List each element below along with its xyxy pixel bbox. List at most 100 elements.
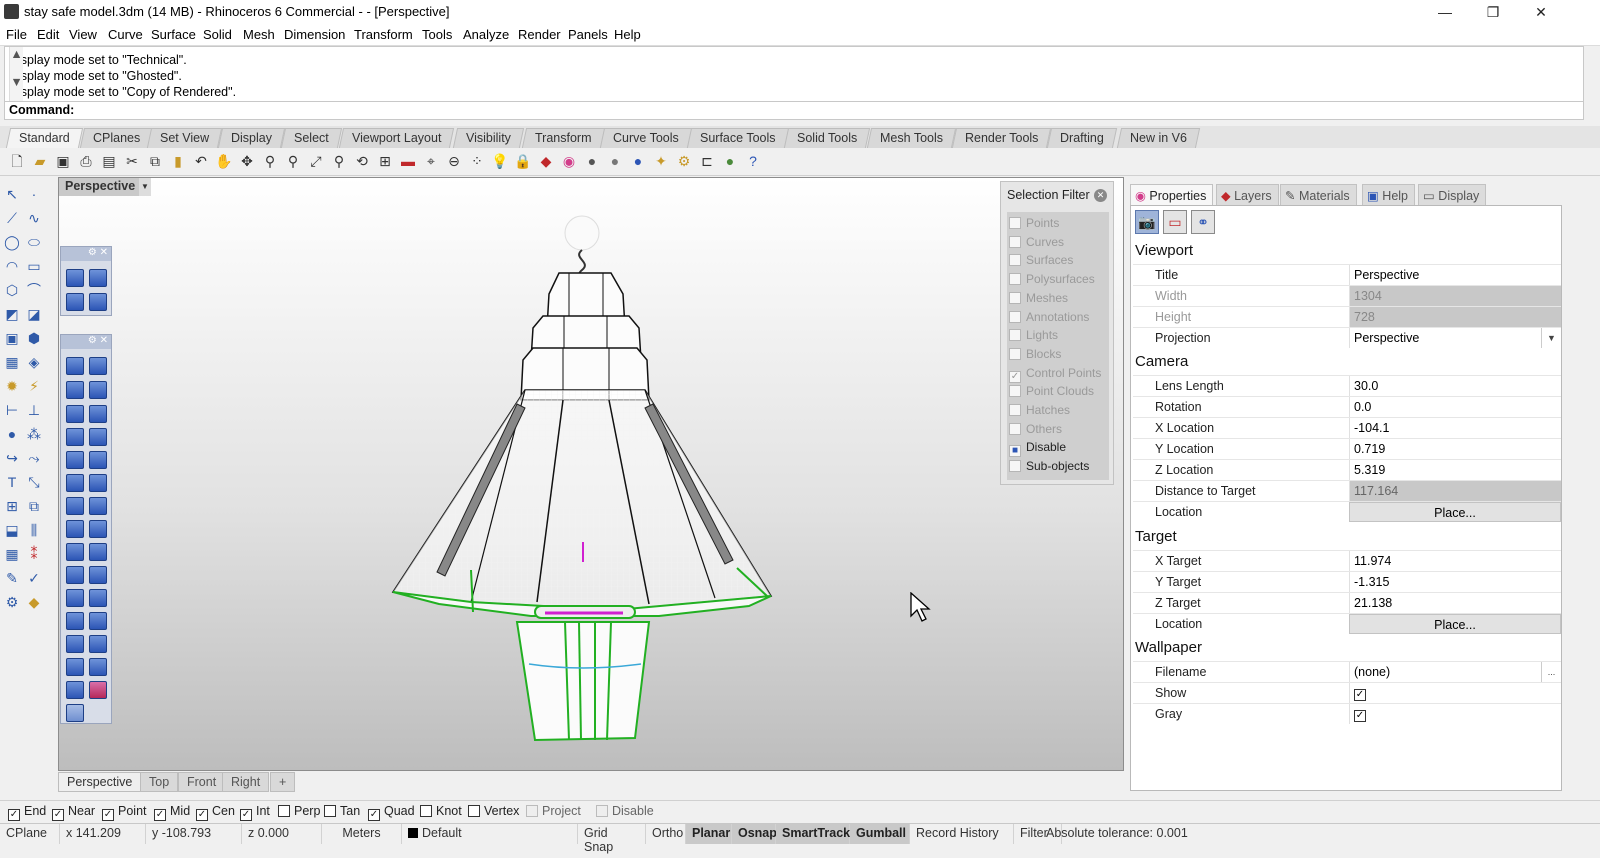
tab-visibility[interactable]: Visibility bbox=[452, 128, 525, 148]
light-icon[interactable]: ✹ bbox=[2, 376, 22, 396]
lock-icon[interactable]: 🔒 bbox=[514, 152, 532, 170]
add-viewport-button[interactable]: + bbox=[270, 772, 296, 792]
check-icon[interactable]: ✓ bbox=[24, 568, 44, 588]
edit-tools-icon[interactable]: ✎ bbox=[2, 568, 22, 588]
ortho-toggle[interactable]: Ortho bbox=[646, 824, 686, 844]
close-button[interactable]: ✕ bbox=[1518, 0, 1564, 24]
solid-edit-icon[interactable] bbox=[66, 658, 84, 676]
filter-curves[interactable]: Curves bbox=[1009, 235, 1064, 249]
y-target-field[interactable]: -1.315 bbox=[1349, 572, 1561, 592]
curve-tools-icon[interactable]: ↪ bbox=[2, 448, 22, 468]
object-properties-icon[interactable]: ⚭ bbox=[1191, 210, 1215, 234]
osnap-mid[interactable]: ✓ Mid bbox=[154, 804, 190, 821]
tab-surface-tools[interactable]: Surface Tools bbox=[686, 128, 789, 148]
osnap-tan[interactable]: Tan bbox=[324, 804, 360, 818]
tab-layers[interactable]: ◆ Layers bbox=[1216, 184, 1279, 206]
dimension-tool-icon[interactable]: ⊢ bbox=[2, 400, 22, 420]
vtab-front[interactable]: Front bbox=[178, 772, 226, 792]
scale-icon[interactable]: ⤡ bbox=[24, 472, 44, 492]
cut-icon[interactable]: ✂ bbox=[123, 152, 141, 170]
filter-point-clouds[interactable]: Point Clouds bbox=[1009, 384, 1094, 398]
solid-edit-icon[interactable] bbox=[89, 520, 107, 538]
sphere-tool-icon[interactable]: ● bbox=[2, 424, 22, 444]
tab-properties[interactable]: ◉ Properties bbox=[1130, 184, 1214, 206]
grid-array-icon[interactable]: ▦ bbox=[2, 544, 22, 564]
help-icon[interactable]: ? bbox=[744, 152, 762, 170]
zoom-extents-icon[interactable]: ⤢ bbox=[307, 152, 325, 170]
z-target-field[interactable]: 21.138 bbox=[1349, 593, 1561, 613]
solid-edit-icon[interactable] bbox=[89, 589, 107, 607]
filter-checkbox[interactable]: ■ bbox=[1009, 445, 1021, 458]
box-solid-icon[interactable] bbox=[89, 293, 107, 311]
osnap-point[interactable]: ✓ Point bbox=[102, 804, 147, 821]
solid-tools-icon[interactable]: ⬢ bbox=[24, 328, 44, 348]
render-tools-icon[interactable]: ⚡ bbox=[24, 376, 44, 396]
curve-icon[interactable]: ∿ bbox=[24, 208, 44, 228]
properties-tool-icon[interactable]: ⚙ bbox=[2, 592, 22, 612]
box-solid-icon[interactable] bbox=[66, 269, 84, 287]
osnap-int[interactable]: ✓ Int bbox=[240, 804, 270, 821]
osnap-perp[interactable]: Perp bbox=[278, 804, 320, 818]
tab-standard[interactable]: Standard bbox=[5, 128, 83, 148]
filter-checkbox[interactable] bbox=[1009, 291, 1021, 304]
filter-sub-objects[interactable]: Sub-objects bbox=[1009, 459, 1089, 473]
record-history-toggle[interactable]: Record History bbox=[910, 824, 1014, 844]
array-icon[interactable]: ⊞ bbox=[2, 496, 22, 516]
solid-edit-icon[interactable] bbox=[66, 635, 84, 653]
filter-points[interactable]: Points bbox=[1009, 216, 1059, 230]
menu-curve[interactable]: Curve bbox=[108, 27, 143, 42]
solid-edit-icon[interactable] bbox=[66, 681, 84, 699]
tab-select[interactable]: Select bbox=[280, 128, 342, 148]
export-icon[interactable]: ▤ bbox=[100, 152, 118, 170]
solid-edit-icon[interactable] bbox=[66, 497, 84, 515]
cplane-status[interactable]: CPlane bbox=[0, 824, 60, 844]
grid-snap-toggle[interactable]: Grid Snap bbox=[578, 824, 646, 854]
tab-mesh-tools[interactable]: Mesh Tools bbox=[866, 128, 957, 148]
rendered-sphere-icon[interactable]: ● bbox=[606, 152, 624, 170]
osnap-checkbox[interactable]: ✓ bbox=[52, 809, 64, 821]
rectangle-icon[interactable]: ▭ bbox=[24, 256, 44, 276]
tab-curve-tools[interactable]: Curve Tools bbox=[599, 128, 692, 148]
arc-icon[interactable]: ◠ bbox=[2, 256, 22, 276]
browse-button[interactable]: ... bbox=[1541, 662, 1561, 682]
menu-solid[interactable]: Solid bbox=[203, 27, 232, 42]
menu-surface[interactable]: Surface bbox=[151, 27, 196, 42]
vtab-top[interactable]: Top bbox=[140, 772, 179, 792]
filter-annotations[interactable]: Annotations bbox=[1009, 310, 1089, 324]
z-location-field[interactable]: 5.319 bbox=[1349, 460, 1561, 480]
menu-analyze[interactable]: Analyze bbox=[463, 27, 509, 42]
mirror-icon[interactable]: ⧉ bbox=[24, 496, 44, 516]
menu-edit[interactable]: Edit bbox=[37, 27, 59, 42]
filter-checkbox[interactable] bbox=[1009, 273, 1021, 286]
globe-icon[interactable]: ● bbox=[721, 152, 739, 170]
filter-checkbox[interactable] bbox=[1009, 460, 1021, 473]
osnap-checkbox[interactable]: ✓ bbox=[240, 809, 252, 821]
solid-edit-icon[interactable] bbox=[89, 566, 107, 584]
tab-drafting[interactable]: Drafting bbox=[1046, 128, 1117, 148]
solid-edit-icon[interactable] bbox=[66, 451, 84, 469]
rotation-field[interactable]: 0.0 bbox=[1349, 397, 1561, 417]
osnap-checkbox[interactable] bbox=[324, 805, 336, 817]
box-solid-icon[interactable] bbox=[89, 269, 107, 287]
filter-checkbox[interactable] bbox=[1009, 254, 1021, 267]
cplane-icon[interactable]: ⊖ bbox=[445, 152, 463, 170]
rotate-view-icon[interactable]: ⟲ bbox=[353, 152, 371, 170]
osnap-checkbox[interactable] bbox=[420, 805, 432, 817]
tab-help[interactable]: ▣ Help bbox=[1362, 184, 1416, 206]
solid-edit-icon[interactable] bbox=[89, 497, 107, 515]
menu-help[interactable]: Help bbox=[614, 27, 641, 42]
filter-surfaces[interactable]: Surfaces bbox=[1009, 253, 1073, 267]
filter-checkbox[interactable] bbox=[1009, 310, 1021, 323]
text-icon[interactable]: T bbox=[2, 472, 22, 492]
solid-edit-icon[interactable] bbox=[66, 520, 84, 538]
solid-edit-icon[interactable] bbox=[89, 474, 107, 492]
osnap-project[interactable]: Project bbox=[526, 804, 581, 818]
osnap-checkbox[interactable] bbox=[278, 805, 290, 817]
filter-blocks[interactable]: Blocks bbox=[1009, 347, 1061, 361]
filter-disable[interactable]: ■ Disable bbox=[1009, 440, 1066, 458]
lens-length-field[interactable]: 30.0 bbox=[1349, 376, 1561, 396]
layer-status[interactable]: Default bbox=[402, 824, 578, 844]
zoom-selected-icon[interactable]: ⚲ bbox=[330, 152, 348, 170]
pan-hand-icon[interactable]: ✋ bbox=[215, 152, 233, 170]
menu-panels[interactable]: Panels bbox=[568, 27, 608, 42]
